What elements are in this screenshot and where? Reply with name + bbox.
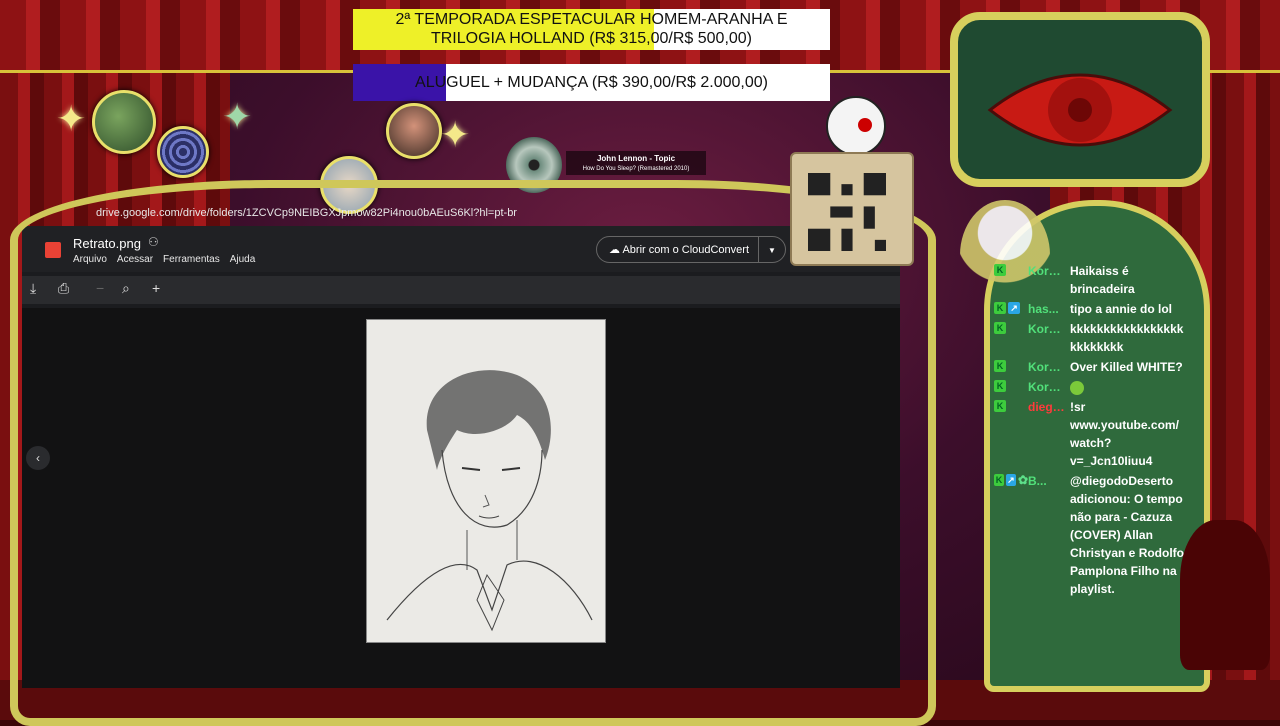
chat-username[interactable]: B...	[1028, 472, 1066, 598]
goal-bar-2: ALUGUEL + MUDANÇA (R$ 390,00/R$ 2.000,00…	[353, 64, 830, 101]
kick-badge-icon	[994, 474, 1004, 486]
previous-arrow-icon[interactable]: ‹	[26, 446, 50, 470]
chat-text: tipo a annie do lol	[1070, 302, 1172, 316]
chat-list: Korma...Haikaiss é brincadeira↗has...tip…	[994, 262, 1194, 600]
mascot-character	[826, 96, 886, 156]
goal-1-line2: TRILOGIA HOLLAND (R$ 315,00/R$ 500,00)	[430, 30, 753, 47]
user-badges	[994, 320, 1028, 356]
chat-message: Korma...kkkkkkkkkkkkkkkkkkkkkkkkk	[994, 320, 1194, 356]
user-badges	[994, 378, 1028, 396]
kick-badge-icon	[994, 302, 1006, 314]
file-name: Retrato.png	[73, 236, 141, 251]
portrait-sketch-image	[366, 319, 606, 643]
devil-character	[1180, 520, 1270, 670]
kick-badge-icon	[994, 322, 1006, 334]
emote-icon	[1070, 380, 1084, 395]
now-playing: John Lennon - Topic How Do You Sleep? (R…	[566, 151, 706, 175]
subscriber-badge-icon: ↗	[1005, 474, 1016, 486]
menu-bar: Arquivo Acessar Ferramentas Ajuda	[73, 254, 255, 265]
kick-badge-icon	[994, 380, 1006, 392]
gear-badge-icon: ✿	[1017, 473, 1028, 487]
goal-bar-1: 2ª TEMPORADA ESPETACULAR HOMEM-ARANHA E …	[353, 9, 830, 50]
chat-text: @diegodoDeserto adicionou: O tempo não p…	[1070, 474, 1185, 596]
chat-text: !sr www.youtube.com/watch?v=_Jcn10Iiuu4	[1070, 400, 1179, 468]
avatar	[386, 103, 442, 159]
chat-text: Haikaiss é brincadeira	[1070, 264, 1135, 296]
kick-badge-icon	[994, 360, 1006, 372]
user-badges: ↗✿	[994, 472, 1028, 598]
qr-code-icon	[808, 173, 886, 251]
open-with-label: Abrir com o CloudConvert	[622, 244, 750, 256]
cloud-icon: ☁	[609, 244, 620, 256]
menu-ajuda[interactable]: Ajuda	[230, 254, 256, 265]
chat-text	[1070, 378, 1186, 396]
chat-message: ↗ has... tipo a annie do lol	[994, 300, 1194, 318]
user-badges	[994, 262, 1028, 298]
avatar	[157, 126, 209, 178]
goal-2-text: ALUGUEL + MUDANÇA (R$ 390,00/R$ 2.000,00…	[415, 74, 768, 91]
sparkle-icon: ✦	[56, 98, 87, 139]
chat-message: Korma...	[994, 378, 1194, 396]
song-title: How Do You Sleep? (Remastered 2010)	[582, 166, 690, 172]
chat-username[interactable]: Korma...	[1028, 378, 1066, 396]
subscriber-badge-icon: ↗	[1008, 302, 1020, 314]
chat-username[interactable]: diegod...	[1028, 398, 1066, 470]
chat-message: Korma...Haikaiss é brincadeira	[994, 262, 1194, 298]
song-artist: John Lennon - Topic	[596, 154, 676, 163]
mascot-eye	[858, 118, 872, 132]
menu-acessar[interactable]: Acessar	[117, 254, 153, 265]
zoom-out-icon[interactable]: −	[96, 280, 104, 296]
image-file-icon	[45, 242, 61, 258]
user-badges: ↗	[994, 300, 1028, 318]
user-badges	[994, 398, 1028, 470]
sparkle-icon: ✦	[222, 96, 253, 137]
menu-arquivo[interactable]: Arquivo	[73, 254, 107, 265]
drive-preview-window: Retrato.png ⚇ Arquivo Acessar Ferramenta…	[22, 226, 900, 688]
chat-text: kkkkkkkkkkkkkkkkkkkkkkkkk	[1070, 322, 1184, 354]
chat-text: Over Killed WHITE?	[1070, 360, 1183, 374]
chat-message: Korma... Over Killed WHITE?	[994, 358, 1194, 376]
chat-message: diegod...!sr www.youtube.com/watch?v=_Jc…	[994, 398, 1194, 470]
share-status-icon[interactable]: ⚇	[148, 235, 159, 249]
red-eye-icon	[987, 73, 1173, 147]
chat-username[interactable]: Korma...	[1028, 320, 1066, 356]
chat-username[interactable]: has...	[1028, 300, 1066, 318]
sparkle-icon: ✦	[440, 114, 471, 155]
goal-1-line1: 2ª TEMPORADA ESPETACULAR HOMEM-ARANHA E	[395, 11, 788, 28]
user-badges	[994, 358, 1028, 376]
vinyl-disc-icon	[506, 137, 562, 193]
open-with-cloudconvert-button[interactable]: ☁ Abrir com o CloudConvert ▼	[596, 236, 786, 263]
print-icon[interactable]: ⎙	[58, 280, 69, 297]
address-bar[interactable]: drive.google.com/drive/folders/1ZCVCp9NE…	[96, 203, 786, 223]
chat-message: ↗✿B...@diegodoDeserto adicionou: O tempo…	[994, 472, 1194, 598]
chevron-down-icon[interactable]: ▼	[758, 237, 785, 262]
zoom-in-icon[interactable]: +	[152, 280, 160, 296]
menu-ferramentas[interactable]: Ferramentas	[163, 254, 220, 265]
preview-toolbar: ⤓ ⎙ − ⌕ +	[22, 276, 900, 304]
chat-username[interactable]: Korma...	[1028, 358, 1066, 376]
title-bar: Retrato.png ⚇ Arquivo Acessar Ferramenta…	[22, 226, 900, 272]
kick-badge-icon	[994, 400, 1006, 412]
download-icon[interactable]: ⤓	[30, 280, 36, 297]
zoom-icon[interactable]: ⌕	[122, 280, 130, 297]
kick-badge-icon	[994, 264, 1006, 276]
avatar	[92, 90, 156, 154]
chat-username[interactable]: Korma...	[1028, 262, 1066, 298]
